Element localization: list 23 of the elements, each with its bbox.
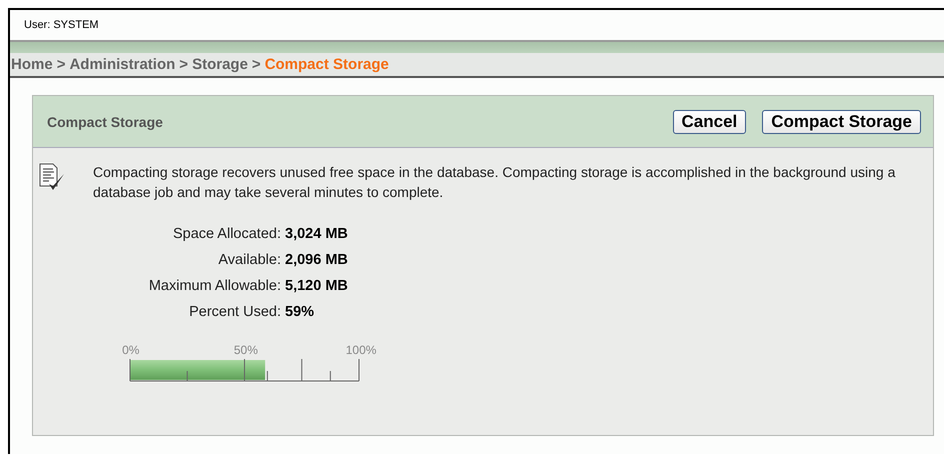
stat-label: Percent Used: xyxy=(188,303,281,322)
gauge-tick-label: 50% xyxy=(234,343,258,357)
breadcrumb-separator: > xyxy=(252,56,261,73)
breadcrumb-separator: > xyxy=(56,56,66,73)
stat-value: 2,096 MB xyxy=(285,251,348,270)
user-label: User: SYSTEM xyxy=(24,19,99,31)
stat-label: Maximum Allowable: xyxy=(148,277,281,296)
breadcrumb-link[interactable]: Compact Storage xyxy=(264,56,389,73)
panel-title: Compact Storage xyxy=(47,114,163,130)
breadcrumb-separator: > xyxy=(179,56,188,73)
stat-label: Available: xyxy=(217,251,281,270)
breadcrumb-link[interactable]: Home xyxy=(11,56,53,73)
stat-value: 59% xyxy=(285,303,316,322)
breadcrumb-link[interactable]: Storage xyxy=(192,56,248,73)
stat-value: 3,024 MB xyxy=(285,225,348,244)
gauge-tick-label: 100% xyxy=(346,343,376,357)
stat-label: Space Allocated: xyxy=(172,225,281,244)
description-text: Compacting storage recovers unused free space in the database. Compacting storage is accomplished in the background using a database job and may take several minutes to complete. xyxy=(93,163,896,202)
gauge-tick-label: 0% xyxy=(122,343,140,357)
action-button[interactable]: Cancel xyxy=(672,110,746,134)
breadcrumb-link[interactable]: Administration xyxy=(69,56,176,73)
stat-value: 5,120 MB xyxy=(285,277,348,296)
action-button[interactable]: Compact Storage xyxy=(762,110,921,134)
